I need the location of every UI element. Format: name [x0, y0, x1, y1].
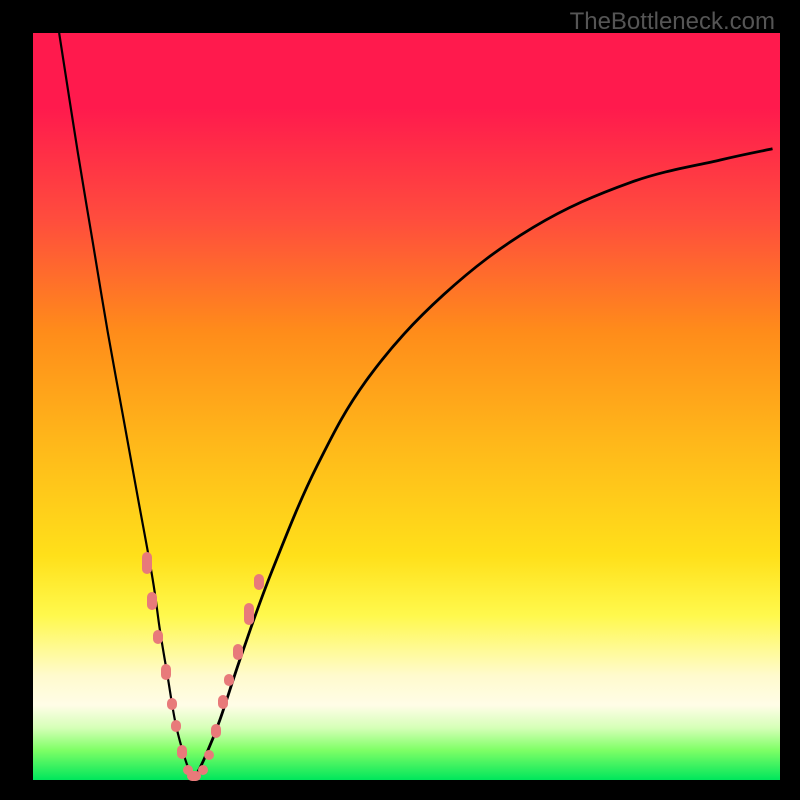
watermark-text: TheBottleneck.com [570, 8, 775, 36]
chart-container: TheBottleneck.com [0, 0, 800, 800]
plot-area [33, 33, 780, 780]
